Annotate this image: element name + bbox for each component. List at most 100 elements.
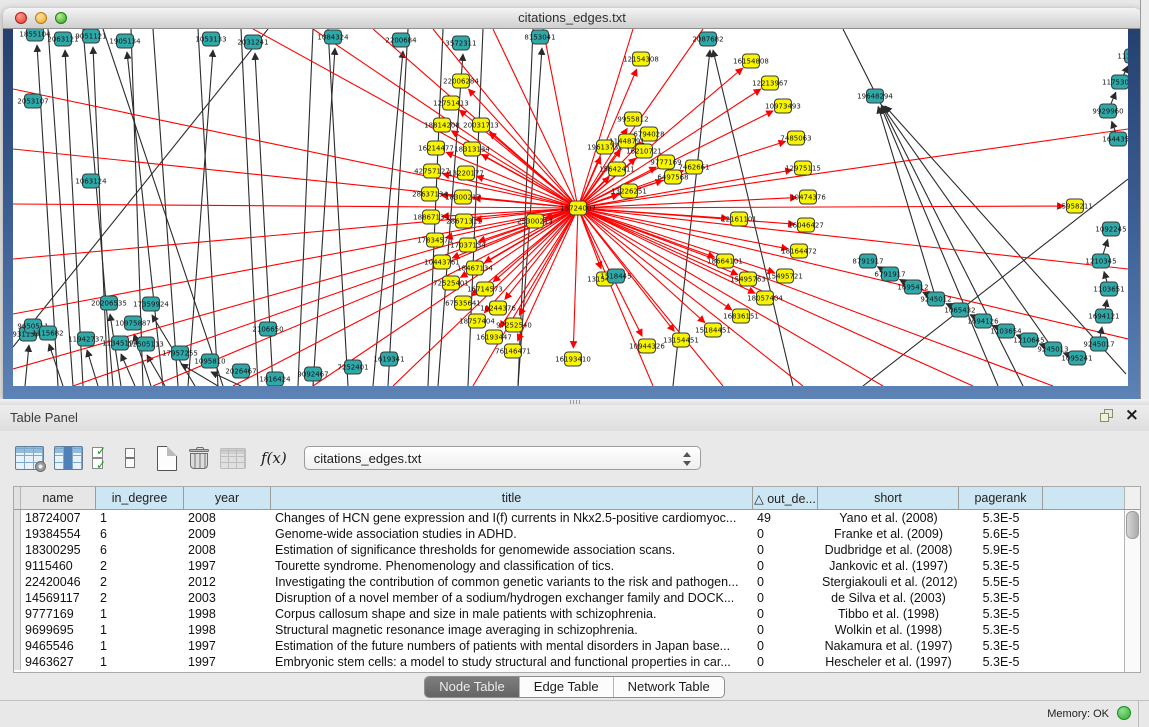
close-icon[interactable]: × [1125, 409, 1139, 422]
cell-name[interactable]: 19384554 [21, 526, 96, 542]
cell-short[interactable]: Franke et al. (2009) [818, 526, 959, 542]
table-row[interactable]: 969969511998Structural magnetic resonanc… [14, 622, 1124, 638]
cell-short[interactable]: de Silva et al. (2003) [818, 590, 959, 606]
cell-name[interactable]: 9777169 [21, 606, 96, 622]
table-row[interactable]: 977716911998Corpus callosum shape and si… [14, 606, 1124, 622]
cell-title[interactable]: Corpus callosum shape and size in male p… [271, 606, 753, 622]
cell-in_degree[interactable]: 2 [96, 590, 184, 606]
cell-short[interactable]: Yano et al. (2008) [818, 510, 959, 526]
paper-node-yellow[interactable]: 18057404 [747, 291, 783, 305]
cell-short[interactable]: Wolkin et al. (1998) [818, 622, 959, 638]
paper-node-teal[interactable]: 1063124 [75, 174, 107, 188]
paper-node-teal[interactable]: 1855104 [19, 29, 51, 41]
paper-node-teal[interactable]: 2106650 [252, 322, 283, 336]
paper-node-teal[interactable]: 9051121 [75, 29, 106, 43]
paper-node-teal[interactable]: 1694121 [1088, 309, 1119, 323]
table-row[interactable]: 2242004622012Investigating the contribut… [14, 574, 1124, 590]
cell-title[interactable]: Structural magnetic resonance image aver… [271, 622, 753, 638]
paper-node-yellow[interactable]: 7485063 [780, 131, 811, 145]
paper-node-yellow[interactable]: 10973493 [765, 99, 801, 113]
paper-node-yellow[interactable]: 18467134 [457, 261, 493, 275]
citation-edge-black[interactable] [878, 107, 934, 294]
paper-node-yellow[interactable]: 18814208 [424, 118, 460, 132]
cell-title[interactable]: Estimation of the future numbers of pati… [271, 638, 753, 654]
paper-node-yellow[interactable]: 28637134 [412, 187, 448, 201]
table-row[interactable]: 911546021997Tourette syndrome. Phenomeno… [14, 558, 1124, 574]
cell-out_de[interactable]: 0 [753, 542, 818, 558]
paper-node-yellow[interactable]: 18164472 [781, 244, 817, 258]
cell-out_de[interactable]: 0 [753, 638, 818, 654]
cell-short[interactable]: Tibbo et al. (1998) [818, 606, 959, 622]
row-mode-icon[interactable] [125, 446, 136, 470]
cell-name[interactable]: 18300295 [21, 542, 96, 558]
cell-year[interactable]: 2009 [184, 526, 271, 542]
cell-short[interactable]: Jankovic et al. (1997) [818, 558, 959, 574]
cell-short[interactable]: Nakamura et al. (1997) [818, 638, 959, 654]
paper-node-teal[interactable]: 1619341 [373, 352, 404, 366]
paper-node-teal[interactable]: 1210345 [1085, 254, 1116, 268]
create-column-icon[interactable] [157, 446, 177, 471]
paper-node-teal[interactable]: 3572311 [445, 36, 476, 50]
cell-out_de[interactable]: 0 [753, 654, 818, 670]
cell-name[interactable]: 9115460 [21, 558, 96, 574]
cell-short[interactable]: Dudbridge et al. (2008) [818, 542, 959, 558]
cell-year[interactable]: 1997 [184, 638, 271, 654]
paper-node-teal[interactable]: 1905134 [109, 34, 141, 48]
cell-in_degree[interactable]: 6 [96, 526, 184, 542]
paper-node-yellow[interactable]: 12154308 [623, 52, 659, 66]
paper-node-yellow[interactable]: 72525401 [433, 276, 469, 290]
cell-pagerank[interactable]: 5.3E-5 [959, 510, 1043, 526]
tab-node-table[interactable]: Node Table [425, 677, 519, 697]
table-selector-dropdown[interactable]: citations_edges.txt [304, 446, 701, 470]
paper-node-yellow[interactable]: 76146471 [495, 344, 531, 358]
paper-node-yellow[interactable]: 18757404 [459, 314, 495, 328]
paper-node-teal[interactable]: 6791917 [874, 267, 905, 281]
table-row[interactable]: 1872400712008Changes of HCN gene express… [14, 510, 1124, 526]
table-row[interactable]: 1456911722003Disruption of a novel membe… [14, 590, 1124, 606]
paper-node-yellow[interactable]: 10244376 [480, 301, 516, 315]
cell-out_de[interactable]: 0 [753, 574, 818, 590]
paper-node-teal[interactable]: 1644352 [1102, 132, 1128, 146]
cell-in_degree[interactable]: 2 [96, 574, 184, 590]
paper-node-yellow[interactable]: 16836151 [723, 309, 759, 323]
paper-node-yellow[interactable]: 16046427 [788, 218, 824, 232]
cell-in_degree[interactable]: 1 [96, 638, 184, 654]
cell-in_degree[interactable]: 6 [96, 542, 184, 558]
vertical-scrollbar[interactable] [1124, 510, 1140, 672]
column-header-in_degree[interactable]: in_degree [96, 487, 184, 509]
column-header-name[interactable]: name [21, 487, 96, 509]
cell-short[interactable]: Hescheler et al. (1997) [818, 654, 959, 670]
cell-year[interactable]: 2012 [184, 574, 271, 590]
cell-pagerank[interactable]: 5.3E-5 [959, 590, 1043, 606]
column-header-out_de[interactable]: △ out_de... [753, 487, 818, 509]
cell-title[interactable]: Genome-wide association studies in ADHD. [271, 526, 753, 542]
cell-name[interactable]: 9699695 [21, 622, 96, 638]
cell-year[interactable]: 2003 [184, 590, 271, 606]
paper-node-teal[interactable]: 2063121 [47, 32, 78, 46]
paper-node-yellow[interactable]: 7462661 [678, 160, 709, 174]
paper-node-teal[interactable]: 8791917 [852, 254, 883, 268]
table-row[interactable]: 946554611997Estimation of the future num… [14, 638, 1124, 654]
cell-pagerank[interactable]: 5.3E-5 [959, 622, 1043, 638]
cell-title[interactable]: Disruption of a novel member of a sodium… [271, 590, 753, 606]
column-header-year[interactable]: year [184, 487, 271, 509]
table-options-icon[interactable] [15, 446, 44, 470]
tab-network-table[interactable]: Network Table [613, 677, 724, 697]
cell-title[interactable]: Estimation of significance thresholds fo… [271, 542, 753, 558]
paper-node-yellow[interactable]: 10474376 [790, 190, 826, 204]
paper-node-yellow[interactable]: 13154451 [663, 333, 699, 347]
paper-node-yellow[interactable]: 16154808 [733, 54, 769, 68]
cell-pagerank[interactable]: 5.3E-5 [959, 606, 1043, 622]
paper-node-teal[interactable]: 11942737 [68, 332, 104, 346]
table-row[interactable]: 1938455462009Genome-wide association stu… [14, 526, 1124, 542]
cell-name[interactable]: 22420046 [21, 574, 96, 590]
paper-node-teal[interactable]: 2200684 [385, 33, 417, 47]
cell-name[interactable]: 9463627 [21, 654, 96, 670]
cell-year[interactable]: 1998 [184, 606, 271, 622]
cell-year[interactable]: 1998 [184, 622, 271, 638]
paper-node-teal[interactable]: 19648294 [857, 89, 893, 103]
cell-in_degree[interactable]: 1 [96, 510, 184, 526]
float-window-icon[interactable] [1100, 409, 1113, 422]
paper-node-yellow[interactable]: 22006284 [443, 74, 479, 88]
paper-node-yellow[interactable]: 18313134 [454, 142, 490, 156]
